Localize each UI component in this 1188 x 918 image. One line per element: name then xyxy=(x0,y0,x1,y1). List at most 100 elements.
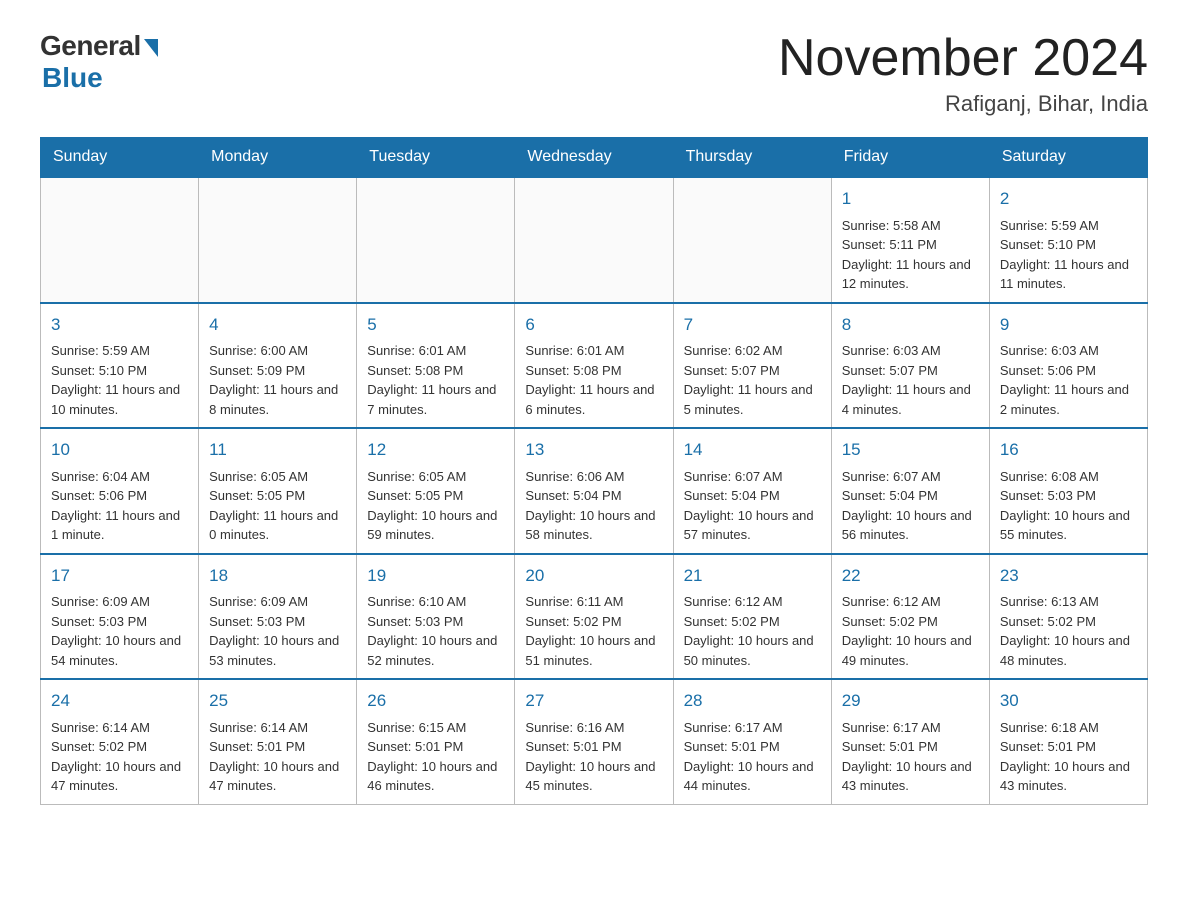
weekday-header-friday: Friday xyxy=(831,138,989,178)
sunset-text: Sunset: 5:01 PM xyxy=(684,737,821,757)
logo-arrow-icon xyxy=(144,39,158,57)
sunrise-text: Sunrise: 6:01 AM xyxy=(367,341,504,361)
daylight-text: Daylight: 11 hours and 12 minutes. xyxy=(842,255,979,294)
daylight-text: Daylight: 10 hours and 47 minutes. xyxy=(51,757,188,796)
sunrise-text: Sunrise: 6:14 AM xyxy=(51,718,188,738)
sunset-text: Sunset: 5:04 PM xyxy=(525,486,662,506)
sunrise-text: Sunrise: 6:16 AM xyxy=(525,718,662,738)
weekday-header-saturday: Saturday xyxy=(989,138,1147,178)
sunset-text: Sunset: 5:04 PM xyxy=(684,486,821,506)
sunrise-text: Sunrise: 6:03 AM xyxy=(842,341,979,361)
day-number: 13 xyxy=(525,437,662,463)
daylight-text: Daylight: 10 hours and 48 minutes. xyxy=(1000,631,1137,670)
sunset-text: Sunset: 5:01 PM xyxy=(525,737,662,757)
page-header: General Blue November 2024 Rafiganj, Bih… xyxy=(40,30,1148,117)
daylight-text: Daylight: 11 hours and 0 minutes. xyxy=(209,506,346,545)
daylight-text: Daylight: 10 hours and 47 minutes. xyxy=(209,757,346,796)
day-number: 30 xyxy=(1000,688,1137,714)
sunset-text: Sunset: 5:10 PM xyxy=(1000,235,1137,255)
sunset-text: Sunset: 5:01 PM xyxy=(209,737,346,757)
day-number: 23 xyxy=(1000,563,1137,589)
sunset-text: Sunset: 5:02 PM xyxy=(842,612,979,632)
sunset-text: Sunset: 5:02 PM xyxy=(1000,612,1137,632)
daylight-text: Daylight: 10 hours and 49 minutes. xyxy=(842,631,979,670)
day-number: 14 xyxy=(684,437,821,463)
sunrise-text: Sunrise: 6:05 AM xyxy=(367,467,504,487)
sunset-text: Sunset: 5:07 PM xyxy=(684,361,821,381)
daylight-text: Daylight: 11 hours and 6 minutes. xyxy=(525,380,662,419)
calendar-cell: 10Sunrise: 6:04 AMSunset: 5:06 PMDayligh… xyxy=(41,428,199,554)
daylight-text: Daylight: 10 hours and 59 minutes. xyxy=(367,506,504,545)
calendar-cell: 7 Sunrise: 6:02 AMSunset: 5:07 PMDaylight… xyxy=(673,303,831,429)
day-number: 24 xyxy=(51,688,188,714)
sunrise-text: Sunrise: 6:01 AM xyxy=(525,341,662,361)
sunrise-text: Sunrise: 6:06 AM xyxy=(525,467,662,487)
calendar-subtitle: Rafiganj, Bihar, India xyxy=(778,91,1148,117)
calendar-cell: 22Sunrise: 6:12 AMSunset: 5:02 PMDayligh… xyxy=(831,554,989,680)
week-row-3: 10Sunrise: 6:04 AMSunset: 5:06 PMDayligh… xyxy=(41,428,1148,554)
sunset-text: Sunset: 5:02 PM xyxy=(525,612,662,632)
calendar-cell: 25Sunrise: 6:14 AMSunset: 5:01 PMDayligh… xyxy=(199,679,357,804)
day-number: 12 xyxy=(367,437,504,463)
calendar-cell: 1Sunrise: 5:58 AMSunset: 5:11 PMDaylight… xyxy=(831,177,989,303)
day-number: 8 xyxy=(842,312,979,338)
sunset-text: Sunset: 5:09 PM xyxy=(209,361,346,381)
day-number: 7 xyxy=(684,312,821,338)
day-number: 6 xyxy=(525,312,662,338)
daylight-text: Daylight: 11 hours and 2 minutes. xyxy=(1000,380,1137,419)
day-number: 18 xyxy=(209,563,346,589)
sunrise-text: Sunrise: 5:59 AM xyxy=(51,341,188,361)
calendar-cell: 17Sunrise: 6:09 AMSunset: 5:03 PMDayligh… xyxy=(41,554,199,680)
daylight-text: Daylight: 11 hours and 8 minutes. xyxy=(209,380,346,419)
calendar-cell: 13Sunrise: 6:06 AMSunset: 5:04 PMDayligh… xyxy=(515,428,673,554)
day-number: 17 xyxy=(51,563,188,589)
sunset-text: Sunset: 5:04 PM xyxy=(842,486,979,506)
calendar-cell: 14Sunrise: 6:07 AMSunset: 5:04 PMDayligh… xyxy=(673,428,831,554)
calendar-cell xyxy=(357,177,515,303)
sunset-text: Sunset: 5:01 PM xyxy=(367,737,504,757)
calendar-cell: 8Sunrise: 6:03 AMSunset: 5:07 PMDaylight… xyxy=(831,303,989,429)
daylight-text: Daylight: 10 hours and 53 minutes. xyxy=(209,631,346,670)
day-number: 25 xyxy=(209,688,346,714)
calendar-cell: 30Sunrise: 6:18 AMSunset: 5:01 PMDayligh… xyxy=(989,679,1147,804)
calendar-cell: 15Sunrise: 6:07 AMSunset: 5:04 PMDayligh… xyxy=(831,428,989,554)
day-number: 19 xyxy=(367,563,504,589)
day-number: 28 xyxy=(684,688,821,714)
daylight-text: Daylight: 10 hours and 43 minutes. xyxy=(842,757,979,796)
daylight-text: Daylight: 10 hours and 45 minutes. xyxy=(525,757,662,796)
sunset-text: Sunset: 5:03 PM xyxy=(1000,486,1137,506)
logo-general-text: General xyxy=(40,30,141,62)
sunrise-text: Sunrise: 6:07 AM xyxy=(684,467,821,487)
day-number: 10 xyxy=(51,437,188,463)
daylight-text: Daylight: 10 hours and 44 minutes. xyxy=(684,757,821,796)
sunrise-text: Sunrise: 6:12 AM xyxy=(684,592,821,612)
sunset-text: Sunset: 5:08 PM xyxy=(525,361,662,381)
calendar-cell: 19Sunrise: 6:10 AMSunset: 5:03 PMDayligh… xyxy=(357,554,515,680)
daylight-text: Daylight: 11 hours and 4 minutes. xyxy=(842,380,979,419)
calendar-cell xyxy=(515,177,673,303)
day-number: 21 xyxy=(684,563,821,589)
sunset-text: Sunset: 5:01 PM xyxy=(1000,737,1137,757)
daylight-text: Daylight: 10 hours and 43 minutes. xyxy=(1000,757,1137,796)
sunrise-text: Sunrise: 6:02 AM xyxy=(684,341,821,361)
daylight-text: Daylight: 11 hours and 10 minutes. xyxy=(51,380,188,419)
week-row-4: 17Sunrise: 6:09 AMSunset: 5:03 PMDayligh… xyxy=(41,554,1148,680)
sunset-text: Sunset: 5:02 PM xyxy=(684,612,821,632)
calendar-cell: 27Sunrise: 6:16 AMSunset: 5:01 PMDayligh… xyxy=(515,679,673,804)
calendar-cell: 9Sunrise: 6:03 AMSunset: 5:06 PMDaylight… xyxy=(989,303,1147,429)
sunrise-text: Sunrise: 6:08 AM xyxy=(1000,467,1137,487)
weekday-header-tuesday: Tuesday xyxy=(357,138,515,178)
calendar-cell: 3Sunrise: 5:59 AMSunset: 5:10 PMDaylight… xyxy=(41,303,199,429)
weekday-header-row: SundayMondayTuesdayWednesdayThursdayFrid… xyxy=(41,138,1148,178)
calendar-cell: 28Sunrise: 6:17 AMSunset: 5:01 PMDayligh… xyxy=(673,679,831,804)
weekday-header-wednesday: Wednesday xyxy=(515,138,673,178)
daylight-text: Daylight: 11 hours and 7 minutes. xyxy=(367,380,504,419)
logo-blue-text: Blue xyxy=(42,62,103,94)
sunrise-text: Sunrise: 6:00 AM xyxy=(209,341,346,361)
daylight-text: Daylight: 10 hours and 54 minutes. xyxy=(51,631,188,670)
daylight-text: Daylight: 11 hours and 5 minutes. xyxy=(684,380,821,419)
day-number: 9 xyxy=(1000,312,1137,338)
calendar-cell xyxy=(199,177,357,303)
calendar-table: SundayMondayTuesdayWednesdayThursdayFrid… xyxy=(40,137,1148,805)
calendar-cell: 4Sunrise: 6:00 AMSunset: 5:09 PMDaylight… xyxy=(199,303,357,429)
